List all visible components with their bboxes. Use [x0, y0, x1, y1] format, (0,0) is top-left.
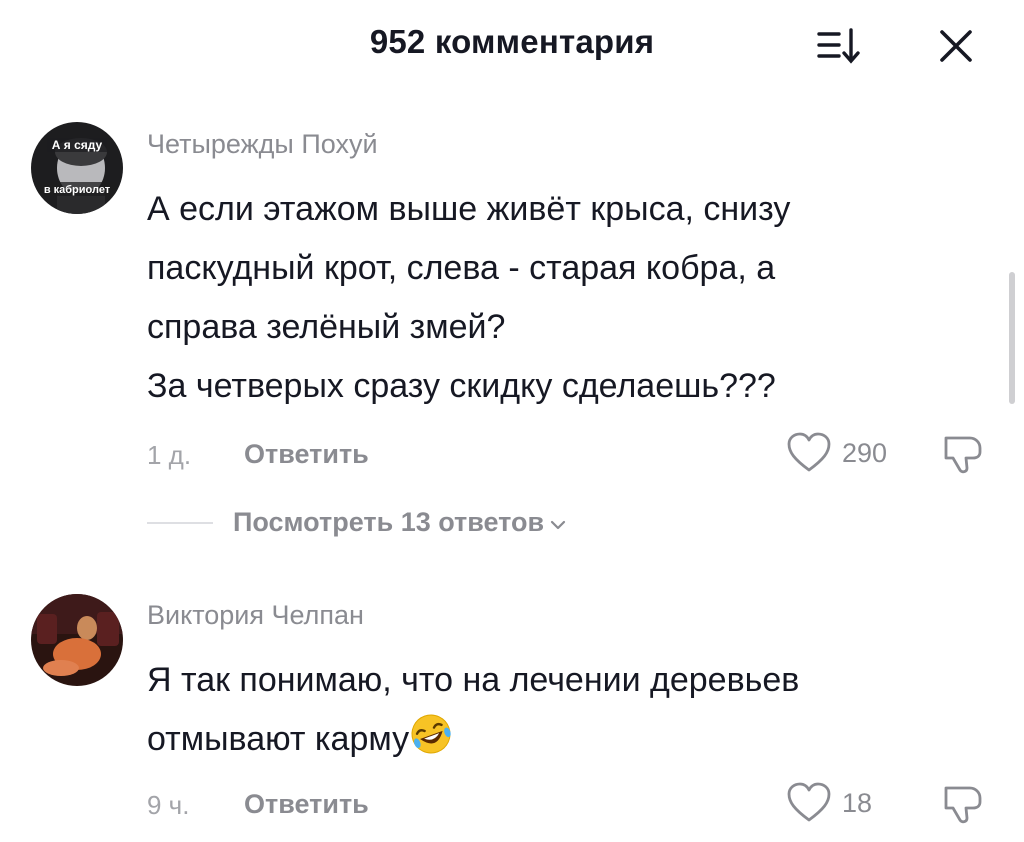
comment-line: паскудный крот, слева - старая кобра, а	[147, 249, 776, 287]
comment-text: Я так понимаю, что на лечении деревьев о…	[147, 651, 967, 769]
sort-button[interactable]	[815, 24, 865, 68]
comment-text: А если этажом выше живёт крыса, снизу па…	[147, 180, 967, 416]
view-replies-label: Посмотреть 13 ответов	[233, 507, 545, 537]
comments-header: 952 комментария	[0, 0, 1024, 92]
like-button[interactable]: 18	[786, 782, 872, 824]
comment-line: За четверых сразу скидку сделаешь???	[147, 367, 776, 405]
dislike-button[interactable]	[940, 782, 986, 831]
sort-icon	[817, 28, 860, 64]
dislike-button[interactable]	[940, 432, 986, 481]
heart-icon	[787, 782, 831, 822]
comment-timestamp: 9 ч.	[147, 790, 190, 820]
comment-username[interactable]: Четырежды Похуй	[147, 129, 378, 160]
reply-button[interactable]: Ответить	[244, 789, 369, 820]
dislike-icon	[944, 436, 982, 474]
heart-icon	[787, 432, 831, 472]
comment-username[interactable]: Виктория Челпан	[147, 600, 364, 631]
avatar[interactable]	[31, 594, 123, 686]
view-replies-button[interactable]: Посмотреть 13 ответов	[147, 507, 566, 538]
comments-sheet: 952 комментария А я сяду в кабриолет Чет…	[0, 0, 1024, 842]
comment-line: А если этажом выше живёт крыса, снизу	[147, 190, 791, 228]
comment-line: справа зелёный змей?	[147, 308, 506, 346]
reply-button[interactable]: Ответить	[244, 439, 369, 470]
comment-timestamp: 1 д.	[147, 440, 192, 470]
close-button[interactable]	[934, 24, 978, 68]
like-count: 18	[842, 787, 873, 818]
rofl-emoji	[411, 714, 451, 754]
comment-line: Я так понимаю, что на лечении деревьев	[147, 661, 800, 699]
avatar-caption-top: А я сяду	[52, 138, 103, 152]
comment-line-text: отмывают карму	[147, 720, 410, 758]
comment-line: отмывают карму	[147, 710, 967, 769]
like-count: 290	[842, 437, 888, 468]
scrollbar[interactable]	[1009, 272, 1015, 404]
avatar[interactable]: А я сяду в кабриолет	[31, 122, 123, 214]
avatar-caption-bottom: в кабриолет	[44, 184, 111, 196]
divider-line	[147, 521, 213, 524]
dislike-icon	[944, 786, 982, 824]
like-button[interactable]: 290	[786, 432, 887, 474]
chevron-down-icon	[551, 520, 566, 529]
comments-count-title: 952 комментария	[369, 23, 655, 60]
close-icon	[940, 30, 972, 62]
